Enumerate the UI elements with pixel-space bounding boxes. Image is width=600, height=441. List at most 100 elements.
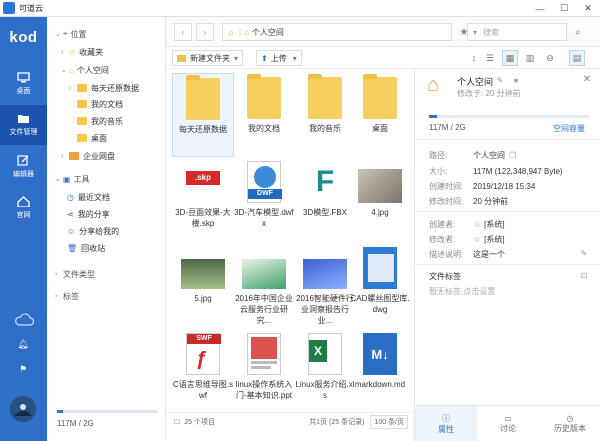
ppt-file-icon bbox=[247, 333, 281, 375]
tree-item-shared-with-me[interactable]: ☺ 分享给我的 bbox=[67, 224, 119, 238]
tree-item-enterprise[interactable]: › 企业网盘 bbox=[61, 149, 115, 163]
panel-tabs: ⓘ 属性 ▭ 讨论 ◷ 历史版本 bbox=[415, 405, 600, 441]
item-count: 25 个项目 bbox=[184, 418, 216, 426]
file-name: C语言思维导图.swf bbox=[173, 380, 233, 400]
minimize-icon[interactable]: — bbox=[528, 0, 552, 17]
file-item[interactable]: 每天还原数据 bbox=[172, 73, 234, 157]
tree-item-my-share[interactable]: ⋖ 我的分享 bbox=[67, 207, 110, 221]
select-all-icon[interactable]: ☐ bbox=[174, 418, 180, 426]
cloud-sync-icon[interactable] bbox=[14, 312, 34, 326]
section-label: 位置 bbox=[70, 29, 87, 39]
rail-item-editor[interactable]: 编辑器 bbox=[0, 147, 47, 187]
edit-icon[interactable]: ✎ bbox=[579, 248, 589, 258]
search-icon[interactable]: ⌕ bbox=[571, 26, 585, 38]
button-label: 新建文件夹 bbox=[190, 53, 230, 63]
file-item[interactable]: CAD螺丝图型库.dwg bbox=[349, 243, 411, 327]
tree-section-tags[interactable]: › 标签 bbox=[55, 289, 79, 303]
grid-view-icon[interactable]: ▦ bbox=[502, 50, 518, 66]
star-icon[interactable]: ★ bbox=[511, 75, 521, 85]
tree-item-recycle[interactable]: 🗑︎ 回收站 bbox=[67, 241, 105, 255]
tag-icon[interactable]: ⊡ bbox=[579, 270, 589, 280]
home-icon bbox=[17, 196, 30, 207]
notification-icon[interactable]: 🔔︎ bbox=[16, 338, 30, 350]
file-item[interactable]: M↓ markdown.md bbox=[349, 329, 411, 413]
sort-icon[interactable]: ↕ bbox=[466, 50, 482, 66]
tree-item-folder[interactable]: 我的音乐 bbox=[77, 114, 123, 128]
tree-item-recent[interactable]: ◷ 最近文档 bbox=[67, 190, 110, 204]
close-icon[interactable]: ✕ bbox=[576, 0, 600, 17]
search-dropdown-icon[interactable]: ▾ bbox=[473, 28, 477, 37]
file-item[interactable]: X Linux服务介绍.xls bbox=[294, 329, 356, 413]
file-item[interactable]: F 3D模型.FBX bbox=[294, 157, 356, 241]
tree-item-folder[interactable]: 桌面 bbox=[77, 131, 107, 145]
tree-item-personal[interactable]: ⌄ ⌂ 个人空间 bbox=[61, 63, 109, 77]
close-panel-icon[interactable]: ✕ bbox=[581, 73, 593, 85]
copy-icon[interactable]: ❐ bbox=[509, 151, 516, 160]
breadcrumb[interactable]: ⌂ | ⌂ 个人空间 bbox=[222, 23, 452, 41]
quota-text: 117M / 2G bbox=[57, 419, 94, 428]
file-item[interactable]: .skp 3D-豆面效果-大楼.skp bbox=[172, 157, 234, 241]
rail-item-website[interactable]: 官网 bbox=[0, 188, 47, 228]
tab-history[interactable]: ◷ 历史版本 bbox=[539, 406, 600, 441]
prop-modified: 修改时间: 20 分钟前 bbox=[429, 196, 509, 206]
status-bar: ☐ 25 个项目 共1页 (25 条记录) 100 条/页 bbox=[166, 412, 414, 430]
file-item[interactable]: 5.jpg bbox=[172, 243, 234, 327]
xls-file-icon: X bbox=[308, 333, 342, 375]
quota-link[interactable]: 空间容量 bbox=[553, 123, 585, 134]
edit-icon[interactable]: ✎ bbox=[495, 75, 505, 85]
window-title: 可道云 bbox=[19, 3, 43, 13]
file-item[interactable]: 2016智能硬件行业洞察报告行业... bbox=[294, 243, 356, 327]
file-item[interactable]: 桌面 bbox=[349, 73, 411, 157]
file-grid: 每天还原数据 我的文档 我的音乐 桌面 .skp 3D-豆面效果-大楼.skp … bbox=[166, 69, 414, 412]
markdown-file-icon: M↓ bbox=[363, 333, 397, 375]
tree-item-folder[interactable]: › 每天还原数据 bbox=[69, 81, 139, 95]
rail-item-files[interactable]: 文件管理 bbox=[0, 105, 47, 145]
file-item[interactable]: linux操作系统入门-基本知识.ppt bbox=[233, 329, 295, 413]
info-panel-toggle-icon[interactable]: ▤ bbox=[569, 50, 585, 66]
file-name: 3D模型.FBX bbox=[302, 208, 347, 217]
prop-modifier: 修改者: ☺ [系统] bbox=[429, 234, 505, 244]
tree-item-favorites[interactable]: › ☆ 收藏夹 bbox=[61, 45, 103, 59]
page-info: 共1页 (25 条记录) bbox=[309, 418, 365, 426]
file-item[interactable]: SWF ƒ C语言思维导图.swf bbox=[172, 329, 234, 413]
upload-button[interactable]: ⬆ 上传 ▾ bbox=[256, 50, 302, 66]
search-input[interactable]: ▾ 搜索 bbox=[467, 23, 567, 41]
file-name: CAD螺丝图型库.dwg bbox=[350, 294, 410, 314]
file-item[interactable]: 我的音乐 bbox=[294, 73, 356, 157]
tab-discussion[interactable]: ▭ 讨论 bbox=[477, 406, 539, 441]
folder-icon bbox=[186, 75, 220, 120]
brand-logo[interactable]: kod bbox=[0, 29, 47, 46]
file-item[interactable]: 4.jpg bbox=[349, 157, 411, 241]
swf-file-icon: SWF ƒ bbox=[186, 333, 221, 375]
tree-section-file-type[interactable]: › 文件类型 bbox=[55, 267, 95, 281]
zoom-icon[interactable]: ⊖ bbox=[542, 50, 558, 66]
tab-properties[interactable]: ⓘ 属性 bbox=[415, 406, 477, 441]
new-folder-button[interactable]: 新建文件夹 ▾ bbox=[172, 50, 244, 66]
file-item[interactable]: 2016年中国企业云服务行业研究... bbox=[233, 243, 295, 327]
breadcrumb-item[interactable]: 个人空间 bbox=[252, 27, 284, 38]
file-tags-label: 文件标签 bbox=[429, 271, 461, 281]
tree-item-folder[interactable]: 我的文档 bbox=[77, 97, 123, 111]
section-label: 标签 bbox=[63, 291, 79, 301]
tree-item-label: 我的分享 bbox=[77, 209, 110, 219]
tree-section-location[interactable]: ⌄ ⌖ 位置 bbox=[55, 27, 87, 41]
rail-item-desktop[interactable]: 桌面 bbox=[0, 64, 47, 104]
action-toolbar: 新建文件夹 ▾ ⬆ 上传 ▾ ↕ ☰ ▦ ▥ ⊖ ▤ bbox=[166, 47, 600, 69]
report-thumbnail bbox=[242, 259, 286, 289]
clock-icon: ◷ bbox=[67, 192, 74, 202]
maximize-icon[interactable]: ☐ bbox=[552, 0, 576, 17]
file-item[interactable]: DWF 3D-汽车模型.dwfx bbox=[233, 157, 295, 241]
avatar[interactable] bbox=[10, 396, 36, 422]
fbx-file-icon: F bbox=[315, 165, 335, 198]
split-view-icon[interactable]: ▥ bbox=[522, 50, 538, 66]
per-page-select[interactable]: 100 条/页 bbox=[370, 414, 408, 429]
file-item[interactable]: 我的文档 bbox=[233, 73, 295, 157]
star-icon: ☆ bbox=[69, 47, 77, 57]
prop-path: 路径: 个人空间 ❐ bbox=[429, 150, 517, 160]
home-icon: ⌂ bbox=[69, 65, 74, 75]
forward-button[interactable]: › bbox=[196, 23, 214, 41]
back-button[interactable]: ‹ bbox=[174, 23, 192, 41]
tree-section-tools[interactable]: ⌄ ▣ 工具 bbox=[55, 172, 90, 186]
flag-icon[interactable]: ⚑ bbox=[16, 363, 30, 375]
list-view-icon[interactable]: ☰ bbox=[482, 50, 498, 66]
